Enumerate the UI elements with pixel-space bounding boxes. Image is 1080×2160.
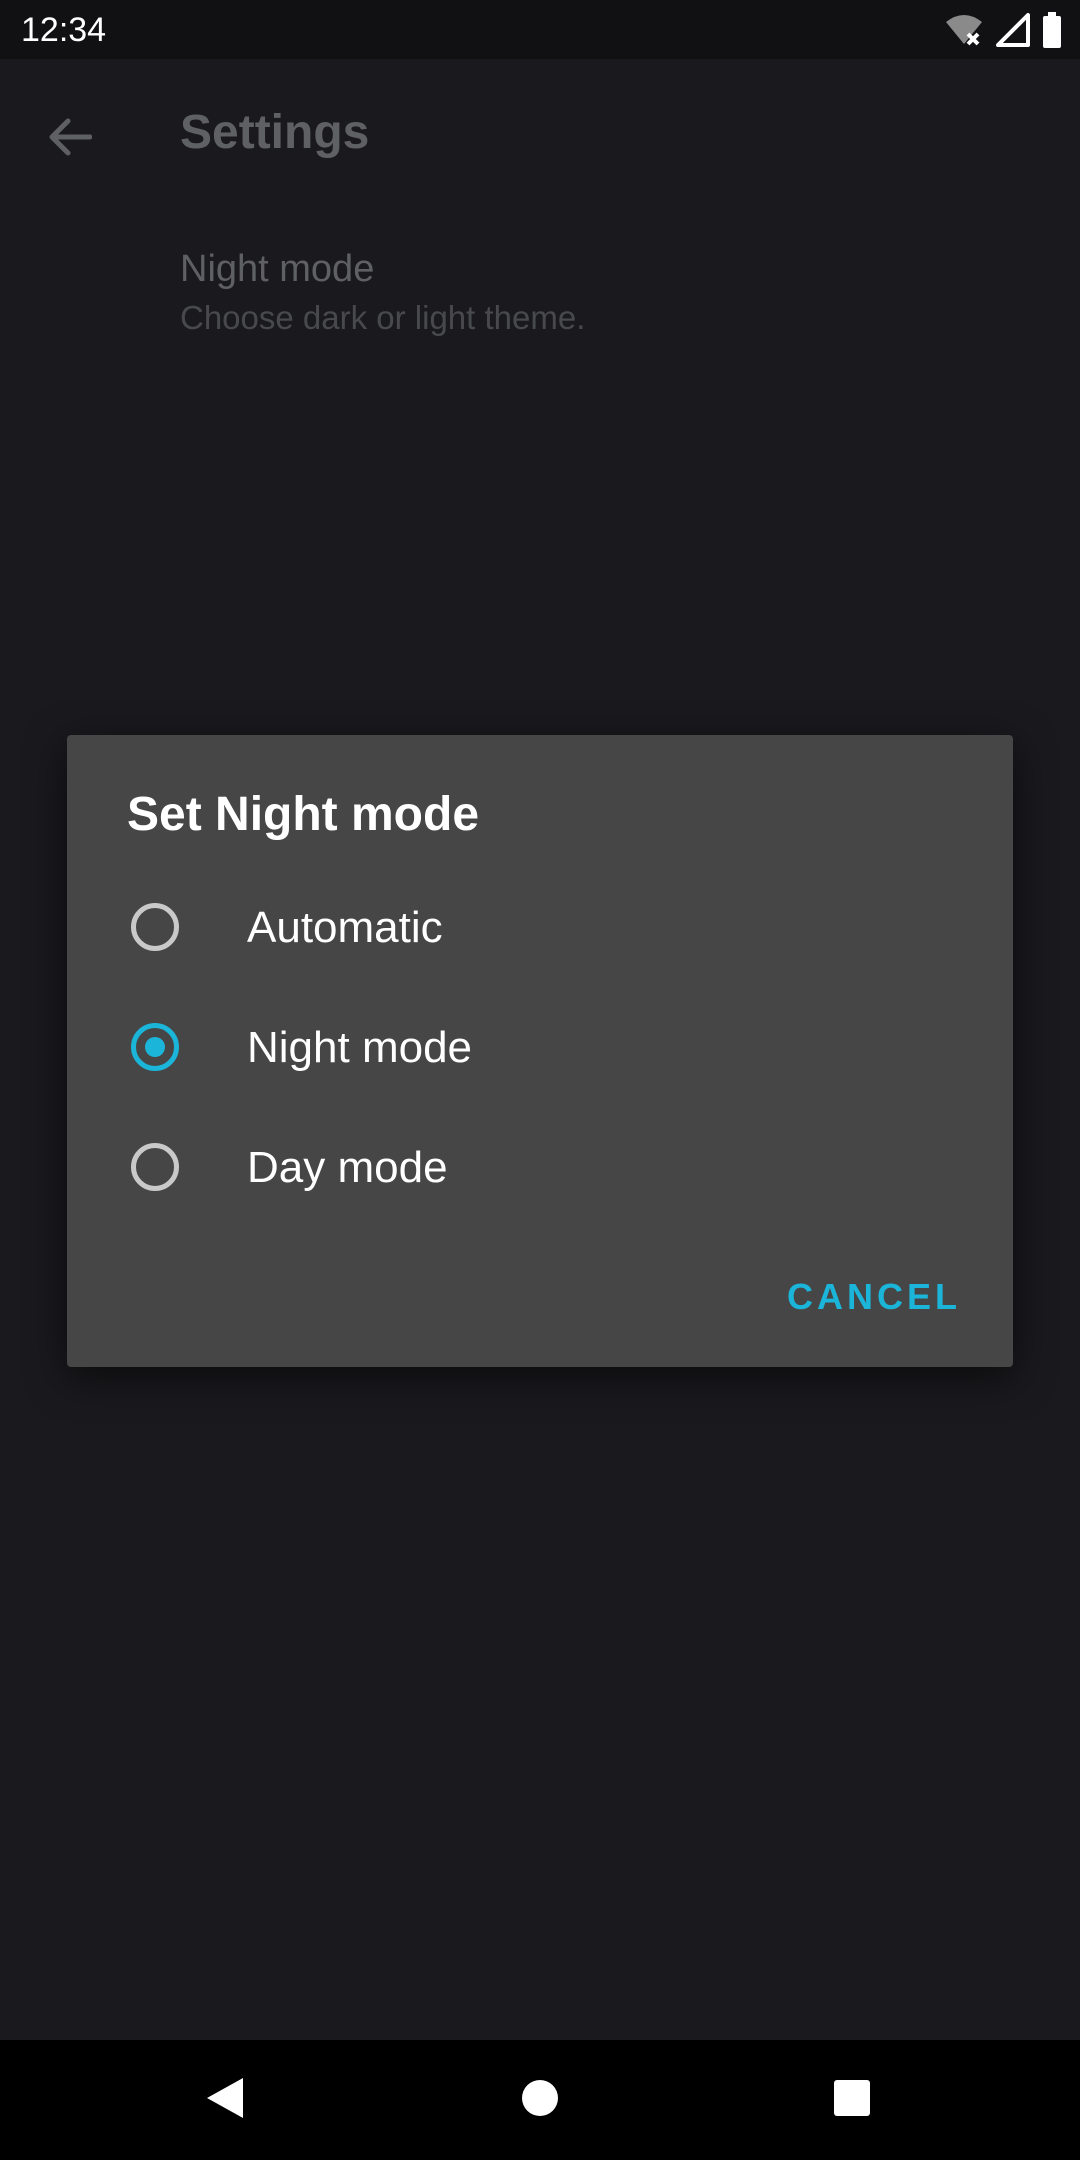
cancel-button[interactable]: CANCEL	[783, 1265, 965, 1329]
status-bar: 12:34	[0, 0, 1080, 59]
radio-button[interactable]	[131, 1143, 179, 1191]
recents-square-icon	[833, 2079, 871, 2122]
battery-full-icon	[1042, 12, 1062, 48]
status-time: 12:34	[21, 11, 107, 49]
status-icons	[944, 10, 1062, 50]
night-mode-dialog: Set Night mode Automatic Night mode Day …	[67, 735, 1013, 1367]
option-label: Day mode	[247, 1143, 448, 1192]
preference-summary: Choose dark or light theme.	[180, 299, 586, 336]
back-triangle-icon	[205, 2076, 245, 2125]
dialog-title: Set Night mode	[127, 788, 480, 841]
navigation-bar	[0, 2040, 1080, 2160]
back-button[interactable]	[30, 99, 110, 179]
wifi-off-icon	[944, 12, 984, 48]
nav-home-button[interactable]	[490, 2060, 590, 2140]
app-bar: Settings	[0, 59, 1080, 207]
arrow-back-icon	[48, 117, 93, 162]
radio-button[interactable]	[131, 903, 179, 951]
nav-back-button[interactable]	[175, 2060, 275, 2140]
radio-button-checked[interactable]	[131, 1023, 179, 1071]
screen: 12:34 Settings Night mode Choose dark or…	[0, 0, 1080, 2160]
preference-title: Night mode	[180, 248, 375, 290]
page-title: Settings	[180, 106, 370, 159]
option-label: Automatic	[247, 903, 443, 952]
preference-night-mode[interactable]: Night mode Choose dark or light theme.	[0, 230, 1080, 370]
option-day-mode[interactable]: Day mode	[67, 1107, 1013, 1227]
option-automatic[interactable]: Automatic	[67, 867, 1013, 987]
cellular-signal-icon	[996, 13, 1030, 47]
home-circle-icon	[521, 2079, 559, 2122]
nav-recents-button[interactable]	[802, 2060, 902, 2140]
option-label: Night mode	[247, 1023, 473, 1072]
option-night-mode[interactable]: Night mode	[67, 987, 1013, 1107]
